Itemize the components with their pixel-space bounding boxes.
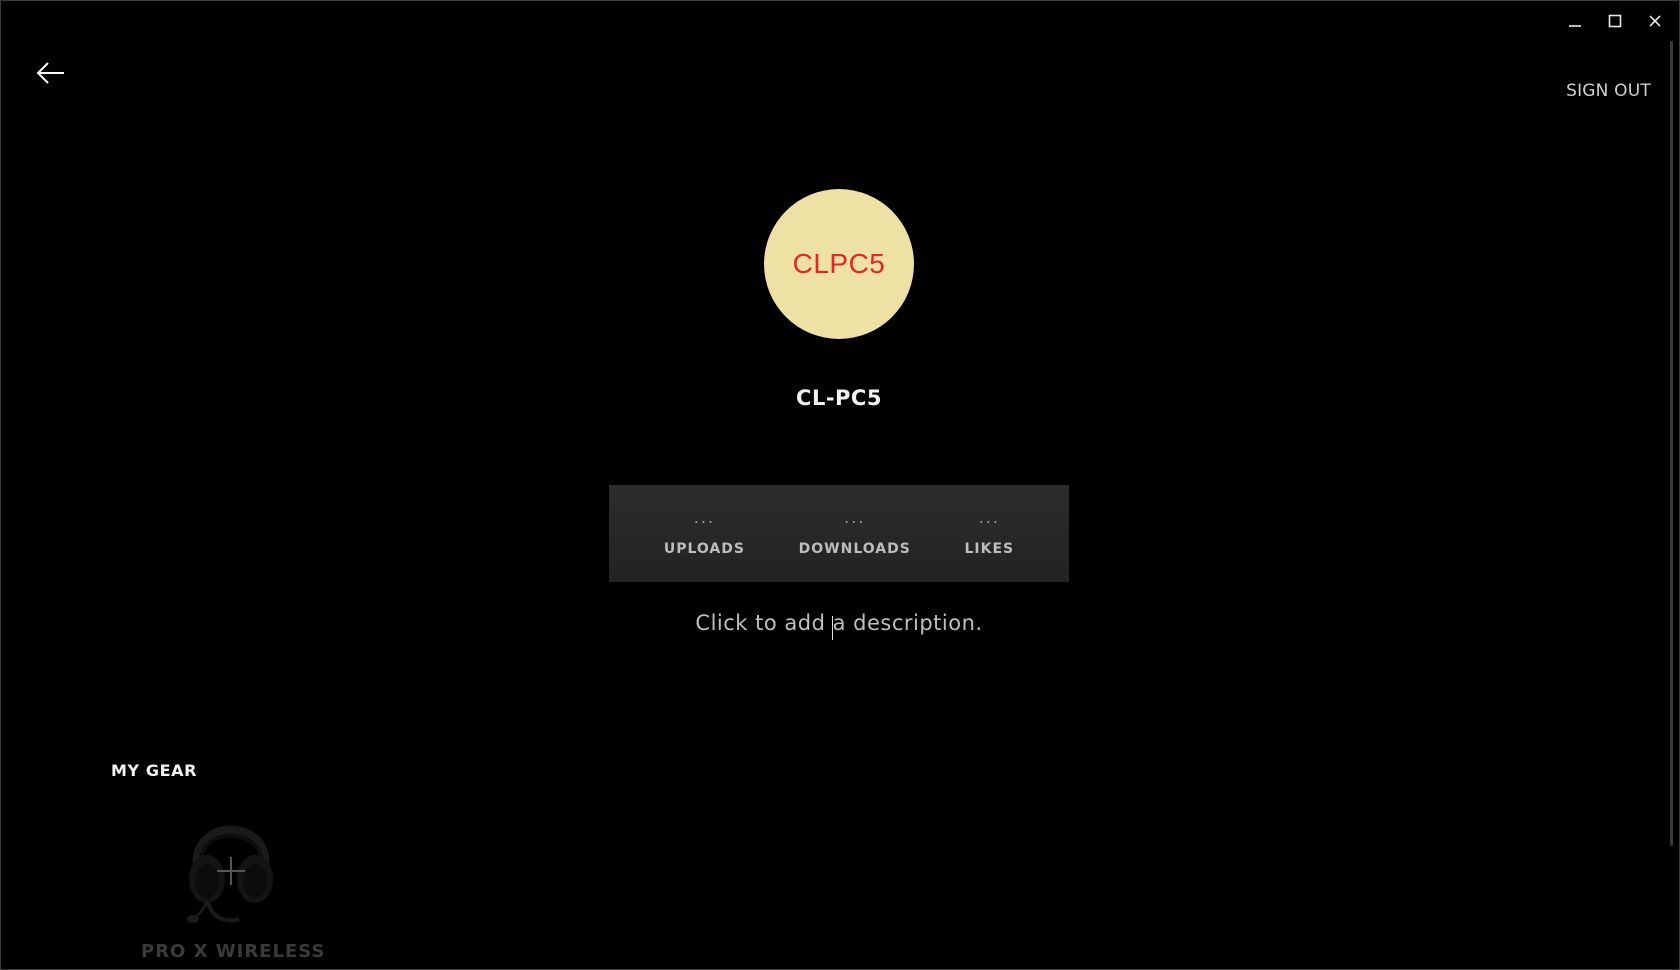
description-text-before: Click to add	[695, 611, 833, 635]
sign-out-button[interactable]: SIGN OUT	[1566, 81, 1651, 101]
stat-downloads-label: DOWNLOADS	[798, 540, 911, 557]
maximize-icon	[1608, 14, 1622, 28]
stat-uploads-value: ...	[693, 507, 716, 527]
username: CL-PC5	[796, 386, 882, 410]
headset-icon	[187, 825, 273, 923]
close-button[interactable]	[1635, 7, 1675, 35]
avatar-initials: CLPC5	[792, 248, 886, 279]
arrow-left-icon	[36, 62, 64, 84]
back-button[interactable]	[31, 57, 71, 89]
maximize-button[interactable]	[1595, 7, 1635, 35]
my-gear-title: MY GEAR	[111, 761, 198, 780]
stat-downloads[interactable]: ... DOWNLOADS	[798, 507, 911, 557]
stats-panel: ... UPLOADS ... DOWNLOADS ... LIKES	[609, 485, 1069, 582]
stat-uploads-label: UPLOADS	[663, 540, 745, 557]
close-icon	[1649, 15, 1661, 27]
stat-uploads[interactable]: ... UPLOADS	[663, 507, 745, 557]
description-field[interactable]: Click to add a description.	[1, 611, 1677, 640]
stat-likes[interactable]: ... LIKES	[964, 507, 1015, 557]
stat-downloads-value: ...	[844, 507, 866, 527]
window-controls	[1555, 7, 1675, 35]
text-cursor	[831, 616, 833, 640]
minimize-button[interactable]	[1555, 7, 1595, 35]
description-letter-a: a	[832, 611, 846, 635]
stat-likes-label: LIKES	[964, 540, 1015, 557]
gear-item-label: PRO X WIRELESS	[141, 941, 326, 962]
minimize-icon	[1569, 25, 1581, 27]
description-text-after: description.	[845, 611, 983, 635]
stat-likes-value: ...	[978, 507, 1000, 527]
scrollbar[interactable]	[1670, 41, 1673, 846]
avatar[interactable]: CLPC5	[764, 189, 914, 339]
app-window: SIGN OUT CLPC5 CL-PC5 ... UPLOADS ... DO…	[0, 0, 1680, 970]
gear-item-pro-x-wireless[interactable]: PRO X WIRELESS	[141, 801, 326, 969]
